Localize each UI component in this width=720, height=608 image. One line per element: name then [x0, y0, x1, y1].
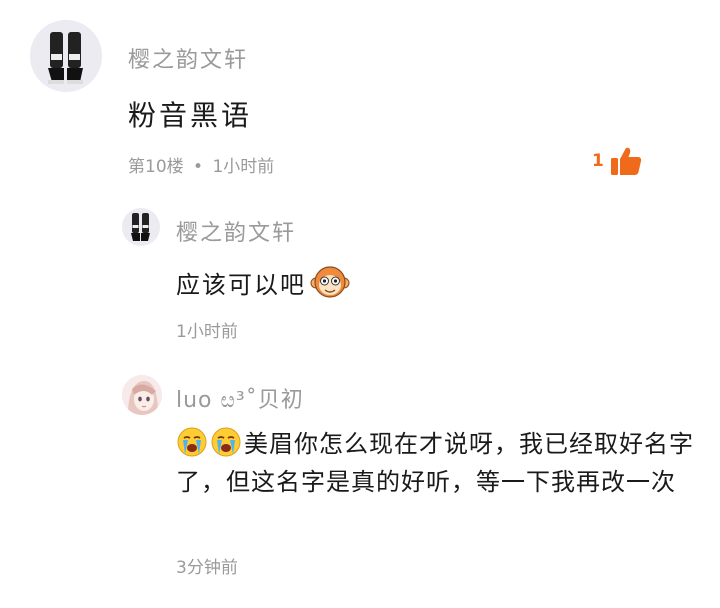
username[interactable]: 樱之韵文轩 — [128, 42, 248, 74]
comment-text: 粉音黑语 — [128, 99, 253, 132]
reply-text: 美眉你怎么现在才说呀，我已经取好名字了，但这名字是真的好听，等一下我再改一次 — [176, 425, 696, 501]
thumbs-up-icon — [610, 147, 641, 175]
crying-face-emoji-icon — [177, 427, 207, 457]
reply-avatar[interactable] — [122, 208, 160, 246]
reply-avatar[interactable] — [122, 375, 162, 415]
meta-separator: • — [193, 157, 204, 177]
floor-number: 第10楼 — [128, 157, 184, 177]
reply-username[interactable]: luo ೞ³˚贝初 — [176, 382, 304, 414]
monkey-face-emoji-icon — [310, 266, 350, 298]
comment-meta: 第10楼 • 1小时前 — [128, 152, 274, 177]
boots-avatar-icon — [122, 208, 160, 246]
avatar[interactable] — [30, 20, 102, 92]
anime-girl-avatar-icon — [122, 375, 162, 415]
reply-username[interactable]: 樱之韵文轩 — [176, 215, 296, 247]
reply-text: 应该可以吧 — [176, 264, 350, 300]
crying-face-emoji-icon — [211, 427, 241, 457]
like-button[interactable]: 1 — [592, 146, 642, 176]
reply-content: 美眉你怎么现在才说呀，我已经取好名字了，但这名字是真的好听，等一下我再改一次 — [176, 430, 694, 496]
timestamp: 1小时前 — [212, 157, 275, 177]
reply-content: 应该可以吧 — [176, 270, 306, 299]
boots-avatar-icon — [30, 20, 102, 92]
reply-timestamp: 1小时前 — [176, 322, 238, 342]
reply-timestamp: 3分钟前 — [176, 558, 238, 578]
like-count: 1 — [592, 151, 604, 171]
